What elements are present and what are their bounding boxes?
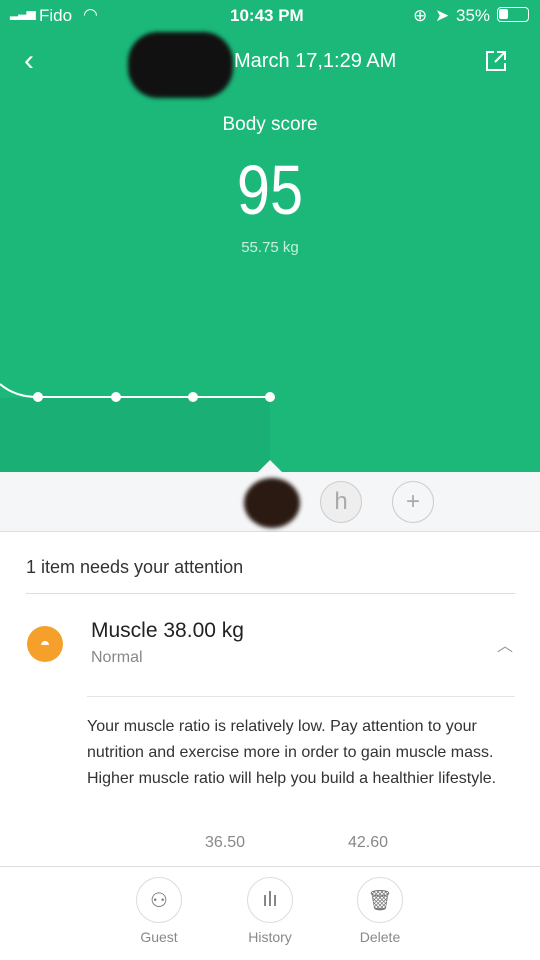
- avatar[interactable]: [244, 478, 300, 528]
- chevron-up-icon[interactable]: ︿: [497, 632, 513, 656]
- guest-initial: h: [334, 488, 348, 515]
- user-tray: h +: [0, 460, 540, 532]
- attention-title: 1 item needs your attention: [26, 557, 244, 577]
- signal-icon: ▂▃▅: [10, 6, 36, 20]
- trash-icon: 🗑: [357, 877, 403, 923]
- trend-point[interactable]: [111, 392, 121, 402]
- range-high: 42.60: [348, 834, 389, 851]
- trend-point[interactable]: [188, 392, 198, 402]
- metric-value: 38.00 kg: [163, 619, 244, 642]
- score-label: Body score: [222, 114, 318, 135]
- metric-description: Your muscle ratio is relatively low. Pay…: [87, 718, 497, 787]
- status-bar: ▂▃▅ Fido ◠ 10:43 PM ⊕ ➤ 35%: [0, 0, 540, 30]
- wifi-icon: ◠: [83, 5, 98, 24]
- plus-icon: +: [405, 488, 420, 515]
- metric-status: Normal: [91, 649, 143, 666]
- redacted-name: [128, 32, 233, 98]
- history-button[interactable]: ılı History: [235, 877, 305, 945]
- rotation-lock-icon: ⊕: [413, 6, 428, 25]
- divider: [87, 696, 515, 697]
- add-user-button[interactable]: +: [392, 481, 434, 523]
- range-low: 36.50: [205, 834, 246, 851]
- weight-value: 55.75 kg: [241, 239, 299, 256]
- page-title: March 17,1:29 AM: [234, 50, 397, 72]
- delete-label: Delete: [359, 929, 401, 945]
- back-icon[interactable]: ‹: [24, 44, 34, 78]
- trend-point[interactable]: [33, 392, 43, 402]
- battery-icon: [497, 7, 529, 22]
- person-icon: ⚇: [136, 877, 182, 923]
- muscle-row[interactable]: Muscle 38.00 kg: [91, 619, 244, 643]
- carrier: Fido: [39, 6, 73, 25]
- muscle-icon: ◓: [27, 626, 63, 662]
- delete-button[interactable]: 🗑 Delete: [345, 877, 415, 945]
- guest-button[interactable]: ⚇ Guest: [124, 877, 194, 945]
- clock: 10:43 PM: [230, 6, 304, 25]
- guest-user-avatar[interactable]: h: [320, 481, 362, 523]
- bottom-toolbar: ⚇ Guest ılı History 🗑 Delete: [0, 866, 540, 960]
- body-score: 95: [236, 151, 304, 229]
- battery-percent: 35%: [456, 6, 491, 25]
- history-label: History: [248, 929, 292, 945]
- bar-chart-icon: ılı: [247, 877, 293, 923]
- metric-name: Muscle: [91, 619, 158, 642]
- share-icon[interactable]: [485, 50, 507, 72]
- selection-pointer: [258, 460, 282, 472]
- score-trend-line: [0, 383, 275, 402]
- guest-label: Guest: [140, 929, 178, 945]
- trend-point[interactable]: [265, 392, 275, 402]
- divider: [26, 593, 515, 594]
- location-icon: ➤: [435, 6, 450, 25]
